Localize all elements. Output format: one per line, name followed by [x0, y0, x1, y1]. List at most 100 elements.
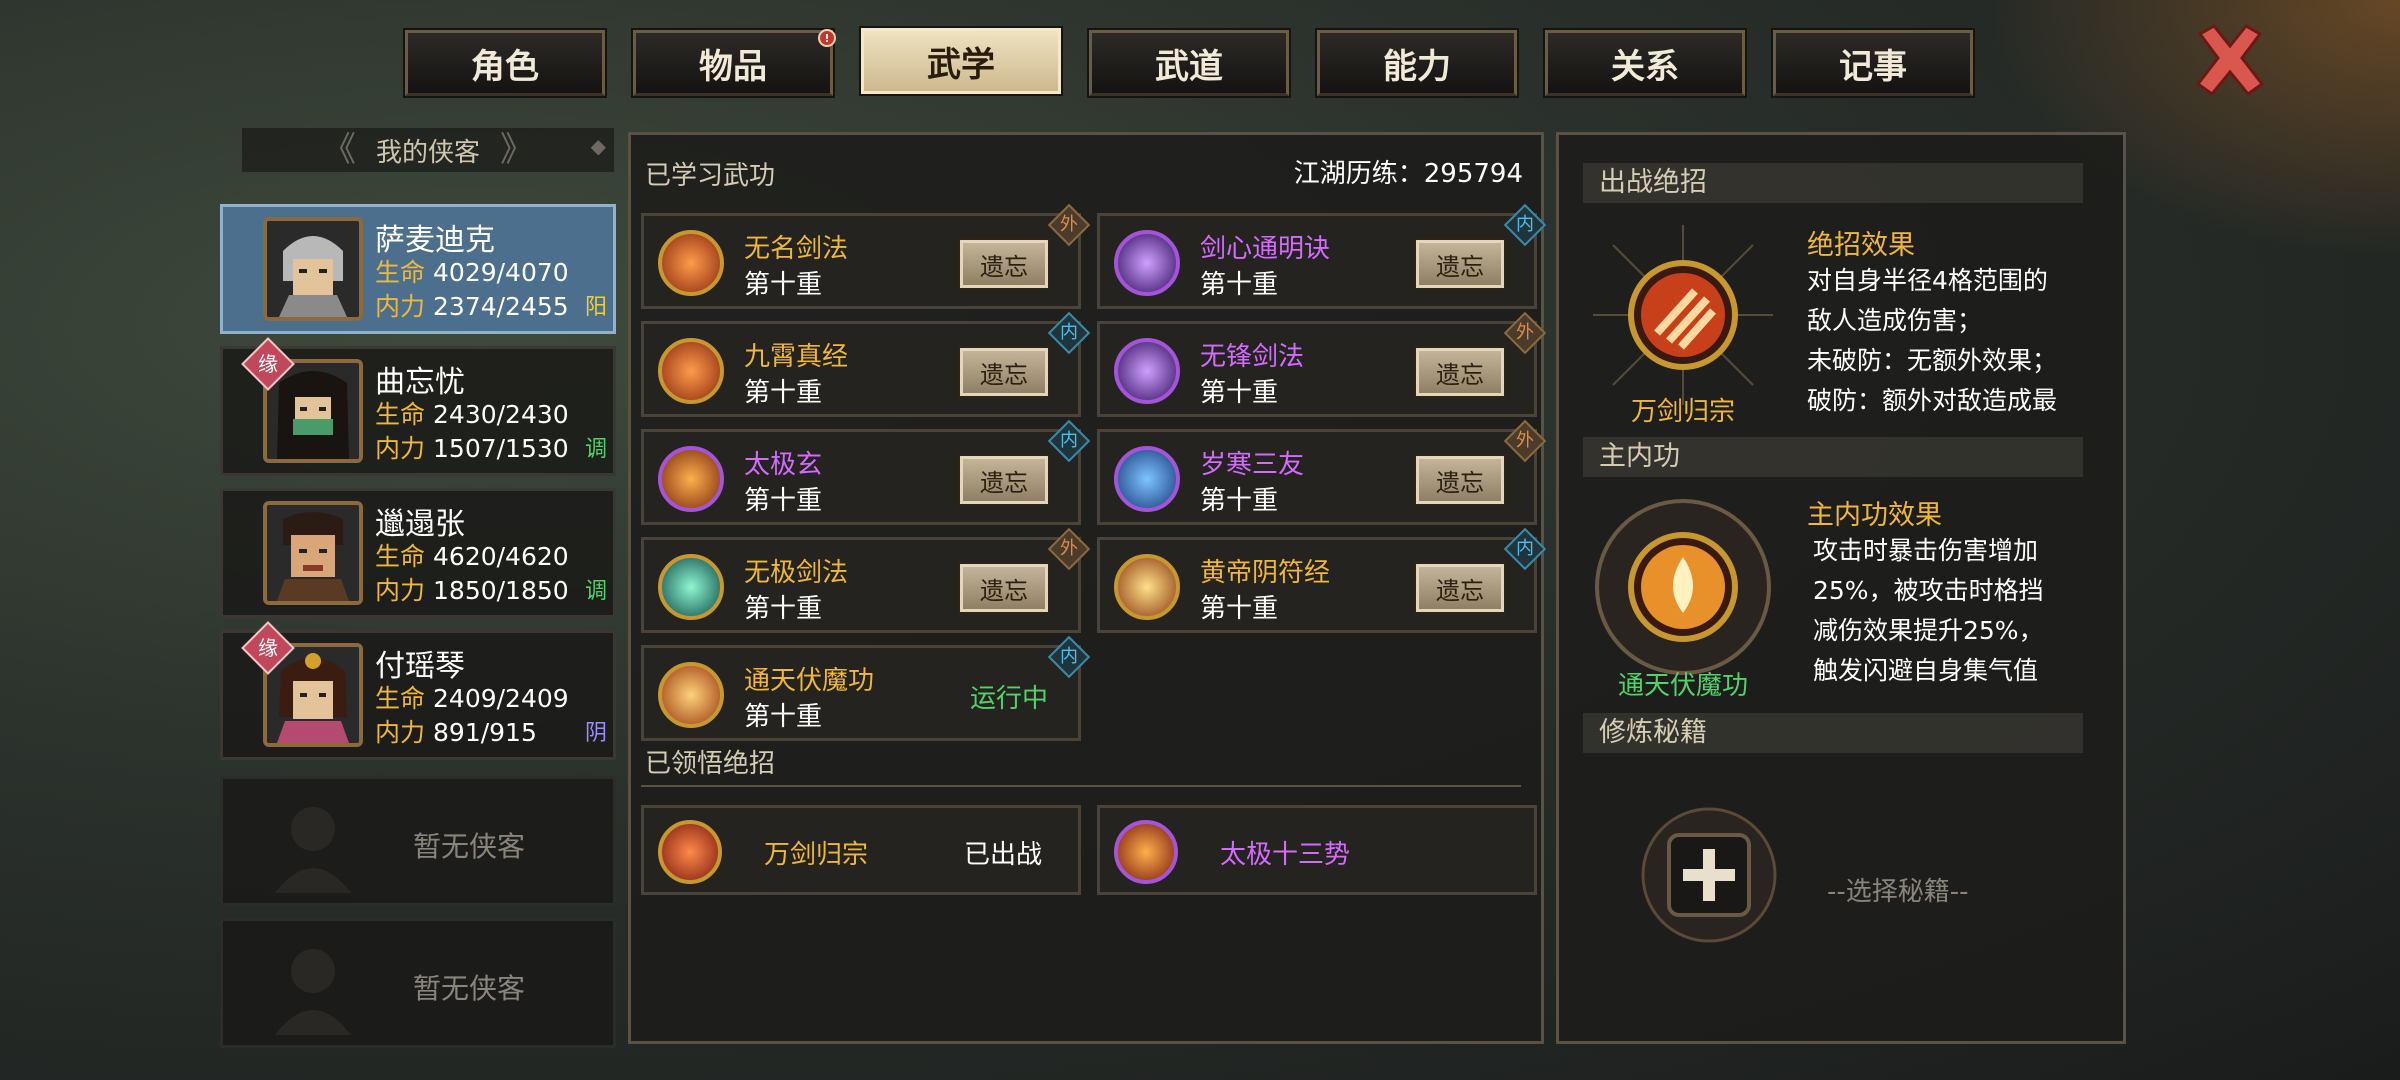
learned-skills-title: 已学习武功: [645, 161, 776, 191]
skill-type-badge: 内: [1503, 203, 1547, 247]
hp-row: 生命 2430/2430: [375, 400, 569, 429]
mp-row: 内力 2374/2455: [375, 292, 569, 321]
prev-arrow-icon[interactable]: 《: [322, 132, 356, 168]
roster-title: 我的侠客: [375, 137, 480, 168]
battle-ult-medal[interactable]: [1583, 215, 1783, 415]
close-x-icon: [2195, 24, 2265, 97]
mp-row: 内力 1850/1850: [375, 576, 569, 605]
skill-card[interactable]: 无极剑法 第十重 遗忘 外: [641, 527, 1091, 633]
comprehended-ult-title: 已领悟绝招: [645, 749, 776, 779]
skill-card[interactable]: 黄帝阴符经 第十重 遗忘 内: [1097, 527, 1547, 633]
plus-icon: [1641, 807, 1777, 943]
empty-slot: 暂无侠客: [220, 776, 616, 906]
forget-button[interactable]: 遗忘: [1414, 238, 1506, 290]
portrait: [263, 217, 363, 321]
empty-slot: 暂无侠客: [220, 918, 616, 1048]
tab-abilities[interactable]: 能力: [1315, 28, 1519, 98]
demon-subduing-icon: [1595, 499, 1771, 675]
skill-type-badge: 内: [1047, 311, 1091, 355]
secret-book-title: 修炼秘籍: [1583, 713, 2083, 753]
forget-button[interactable]: 遗忘: [958, 454, 1050, 506]
empty-slot-label: 暂无侠客: [413, 972, 526, 1005]
tab-items[interactable]: 物品!: [631, 28, 836, 98]
character-card[interactable]: 缘 曲忘忧 生命 2430/2430 内力 1507/1530 调: [220, 337, 616, 476]
taiji-fire-icon: [658, 446, 724, 512]
edgeless-sword-icon: [1114, 338, 1180, 404]
tab-role[interactable]: 角色: [403, 28, 607, 98]
main-inner-title: 主内功: [1583, 437, 2083, 477]
ult-effect-title: 绝招效果: [1807, 230, 1915, 261]
divider: [641, 785, 1521, 787]
roster-header: 《 我的侠客 》 ◆: [242, 128, 614, 172]
sword-slash-icon: [658, 230, 724, 296]
tab-martial-way[interactable]: 武道: [1087, 28, 1291, 98]
main-inner-medal[interactable]: [1583, 487, 1783, 687]
running-status: 运行中: [969, 684, 1048, 714]
empty-slot-label: 暂无侠客: [413, 830, 526, 863]
diamond-icon: ◆: [590, 134, 606, 158]
main-inner-name: 通天伏魔功: [1617, 671, 1748, 701]
skill-type-badge: 外: [1047, 527, 1091, 571]
ten-thousand-swords-icon: [1593, 225, 1773, 405]
inner-effect-text: 攻击时暴击伤害增加 25%，被攻击时格挡 减伤效果提升25%， 触发闪避自身集气…: [1813, 536, 2044, 685]
martial-arts-panel: 已学习武功 江湖历练：295794 无名剑法 第十重 遗忘 外 剑心通明诀 第十…: [628, 132, 1547, 1044]
ult-card[interactable]: 太极十三势: [1097, 805, 1537, 895]
character-card[interactable]: 邋遢张 生命 4620/4620 内力 1850/1850 调: [220, 488, 616, 618]
character-card[interactable]: 萨麦迪克 生命 4029/4070 内力 2374/2455 阳: [220, 204, 616, 334]
mp-row: 内力 891/915: [375, 718, 537, 747]
ten-thousand-swords-icon: [658, 820, 722, 884]
forget-button[interactable]: 遗忘: [958, 346, 1050, 398]
sword-mind-icon: [1114, 230, 1180, 296]
choose-book-placeholder[interactable]: --选择秘籍--: [1827, 871, 1969, 908]
cloud-palm-icon: [658, 338, 724, 404]
skill-card[interactable]: 剑心通明诀 第十重 遗忘 内: [1097, 203, 1547, 309]
skill-type-badge: 内: [1503, 527, 1547, 571]
forget-button[interactable]: 遗忘: [1414, 454, 1506, 506]
battle-ult-name: 万剑归宗: [1630, 397, 1735, 427]
character-card[interactable]: 缘 付瑶琴 生命 2409/2409 内力 891/915 阴: [220, 621, 616, 760]
alert-badge: !: [818, 29, 836, 47]
forget-button[interactable]: 遗忘: [1414, 346, 1506, 398]
hp-row: 生命 2409/2409: [375, 684, 569, 713]
skill-card[interactable]: 无名剑法 第十重 遗忘 外: [641, 203, 1091, 309]
skill-type-badge: 内: [1047, 419, 1091, 463]
skill-type-badge: 外: [1047, 203, 1091, 247]
tab-martial-arts[interactable]: 武学: [859, 26, 1063, 96]
silhouette-icon: [275, 807, 351, 893]
skill-card[interactable]: 通天伏魔功 第十重 运行中 内: [641, 635, 1091, 741]
skill-card[interactable]: 太极玄 第十重 遗忘 内: [641, 419, 1091, 525]
skill-type-badge: 内: [1047, 635, 1091, 679]
ult-card[interactable]: 万剑归宗 已出战: [641, 805, 1081, 895]
forget-button[interactable]: 遗忘: [958, 562, 1050, 614]
yellow-emperor-icon: [1114, 554, 1180, 620]
skill-type-badge: 外: [1503, 311, 1547, 355]
portrait: [263, 501, 363, 605]
forget-button[interactable]: 遗忘: [1414, 562, 1506, 614]
skill-card[interactable]: 岁寒三友 第十重 遗忘 外: [1097, 419, 1547, 525]
hp-row: 生命 4620/4620: [375, 542, 569, 571]
ult-effect-text: 对自身半径4格范围的 敌人造成伤害； 未破防：无额外效果； 破防：额外对敌造成最: [1807, 266, 2058, 415]
skill-card[interactable]: 九霄真经 第十重 遗忘 内: [641, 311, 1091, 417]
yinyang-type-badge: 阳: [584, 295, 607, 320]
add-secret-book-button[interactable]: [1639, 805, 1779, 945]
jianghu-experience: 江湖历练：295794: [1293, 159, 1523, 189]
close-button[interactable]: [2190, 20, 2270, 100]
inner-effect-title: 主内功效果: [1807, 500, 1942, 531]
wuji-sword-icon: [658, 554, 724, 620]
next-arrow-icon[interactable]: 》: [500, 132, 534, 168]
tab-relations[interactable]: 关系: [1543, 28, 1747, 98]
battle-ult-title: 出战绝招: [1583, 163, 2083, 203]
yinyang-type-badge: 调: [584, 437, 607, 462]
demon-subduing-icon: [658, 662, 724, 728]
skill-card[interactable]: 无锋剑法 第十重 遗忘 外: [1097, 311, 1547, 417]
silhouette-icon: [275, 949, 351, 1035]
skill-type-badge: 外: [1503, 419, 1547, 463]
mp-row: 内力 1507/1530: [375, 434, 569, 463]
yinyang-type-badge: 调: [584, 579, 607, 604]
forget-button[interactable]: 遗忘: [958, 238, 1050, 290]
yinyang-type-badge: 阴: [584, 721, 607, 746]
detail-panel: 出战绝招 万剑归宗 绝招效果 对自身半径4格范围的 敌人造成伤害； 未破防：无额…: [1556, 132, 2126, 1044]
deployed-status: 已出战: [963, 840, 1042, 870]
taiji-thirteen-icon: [1114, 820, 1178, 884]
tab-journal[interactable]: 记事: [1771, 28, 1975, 98]
